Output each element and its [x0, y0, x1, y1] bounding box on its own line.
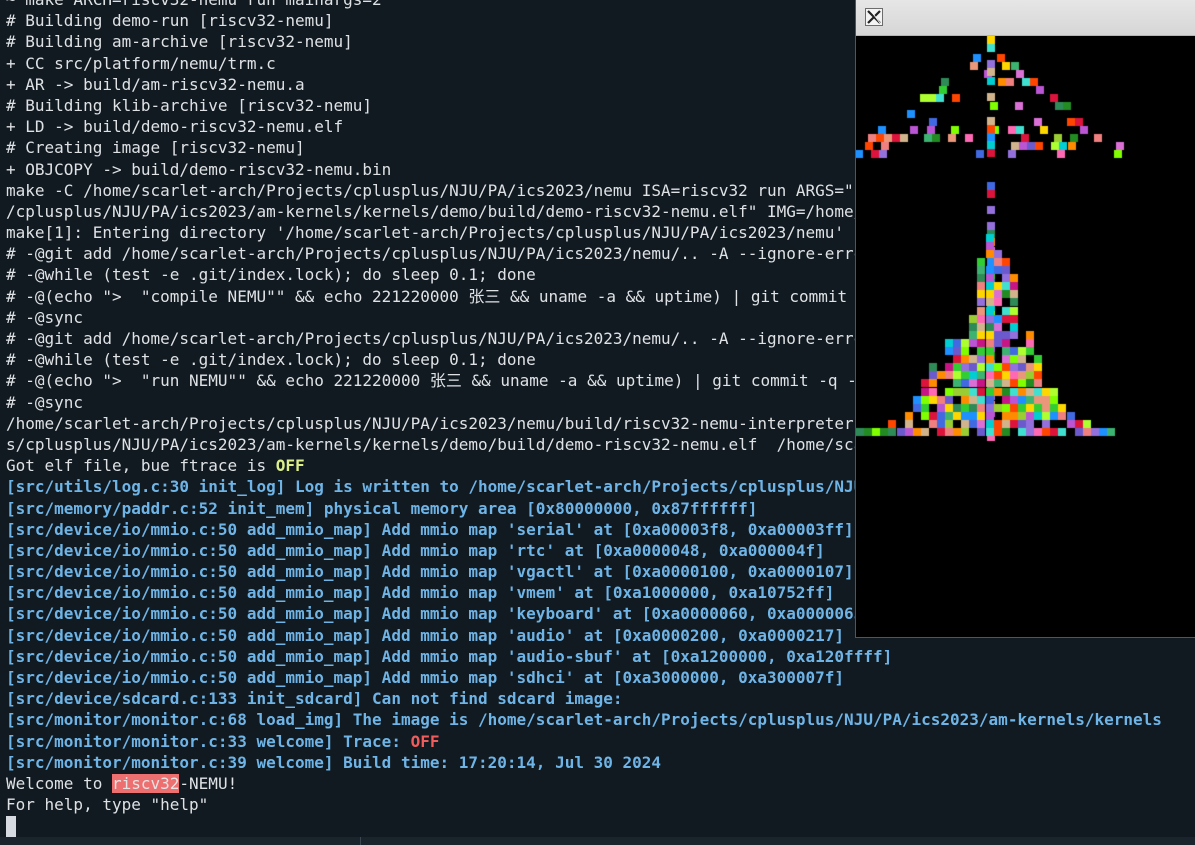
- terminal-line: [src/device/io/mmio.c:50 add_mmio_map] A…: [6, 646, 1195, 667]
- terminal-text-segment: [src/monitor/monitor.c:68 load_img] The …: [6, 710, 1162, 730]
- terminal-text-segment: # Building demo-run [riscv32-nemu]: [6, 11, 334, 31]
- terminal-line: Welcome to riscv32-NEMU!: [6, 773, 1195, 794]
- terminal-line: [src/monitor/monitor.c:33 welcome] Trace…: [6, 731, 1195, 752]
- terminal-text-segment: [src/device/io/mmio.c:50 add_mmio_map] A…: [6, 625, 845, 645]
- terminal-text-segment: # -@git add /home/scarlet-arch/Projects/…: [6, 244, 883, 264]
- terminal-cursor: [6, 816, 16, 837]
- terminal-text-segment: -NEMU!: [179, 773, 238, 793]
- terminal-text-segment: # -@(echo "> "compile NEMU"" && echo 221…: [6, 286, 925, 306]
- terminal-text-segment: [src/utils/log.c:30 init_log] Log is wri…: [6, 477, 970, 497]
- terminal-text-segment: + AR -> build/am-riscv32-nemu.a: [6, 74, 305, 94]
- nemu-display-window[interactable]: [856, 0, 1195, 637]
- terminal-text-segment: # -@while (test -e .git/index.lock); do …: [6, 265, 536, 285]
- terminal-line: [src/device/io/mmio.c:50 add_mmio_map] A…: [6, 667, 1195, 688]
- terminal-line: [src/monitor/monitor.c:68 load_img] The …: [6, 709, 1195, 730]
- terminal-line: [src/device/sdcard.c:133 init_sdcard] Ca…: [6, 688, 1195, 709]
- terminal-text-segment: # -@while (test -e .git/index.lock); do …: [6, 350, 536, 370]
- terminal-text-segment: [src/device/io/mmio.c:50 add_mmio_map] A…: [6, 668, 845, 687]
- terminal-text-segment: Welcome to: [6, 773, 112, 793]
- terminal-line: For help, type "help": [6, 794, 1195, 815]
- terminal-text-segment: make ARCH=riscv32-nemu run mainargs=2: [25, 0, 381, 9]
- terminal-text-segment: [src/device/sdcard.c:133 init_sdcard] Ca…: [6, 689, 623, 709]
- x11-app-icon[interactable]: [865, 8, 883, 26]
- terminal-text-segment: [src/device/io/mmio.c:50 add_mmio_map] A…: [6, 519, 854, 539]
- terminal-text-segment: + OBJCOPY -> build/demo-riscv32-nemu.bin: [6, 159, 392, 179]
- nemu-display-canvas: [856, 36, 1195, 637]
- terminal-text-segment: [src/device/io/mmio.c:50 add_mmio_map] A…: [6, 646, 893, 666]
- terminal-text-segment: [src/device/io/mmio.c:50 add_mmio_map] A…: [6, 562, 854, 582]
- terminal-text-segment: [src/memory/paddr.c:52 init_mem] physica…: [6, 498, 758, 518]
- terminal-text-segment: Got elf file, bue ftrace is: [6, 456, 276, 476]
- terminal-text-segment: make[1]: Entering directory '/home/scarl…: [6, 223, 845, 243]
- terminal-text-segment: + CC src/platform/nemu/trm.c: [6, 53, 276, 73]
- terminal-text-segment: # Building am-archive [riscv32-nemu]: [6, 32, 353, 52]
- terminal-text-segment: For help, type "help": [6, 795, 209, 815]
- terminal-text-segment: riscv32: [111, 773, 180, 793]
- terminal-text-segment: # Creating image [riscv32-nemu]: [6, 138, 305, 158]
- terminal-status-bar: [0, 837, 1195, 845]
- terminal-text-segment: [src/device/io/mmio.c:50 add_mmio_map] A…: [6, 540, 825, 560]
- terminal-line: [src/monitor/monitor.c:39 welcome] Build…: [6, 752, 1195, 773]
- terminal-text-segment: # -@git add /home/scarlet-arch/Projects/…: [6, 329, 883, 348]
- terminal-text-segment: # -@(echo "> "run NEMU"" && echo 2212200…: [6, 371, 886, 391]
- terminal-text-segment: # -@sync: [6, 307, 84, 327]
- terminal-text-segment: # Building klib-archive [riscv32-nemu]: [6, 95, 373, 115]
- terminal-text-segment: + LD -> build/demo-riscv32-nemu.elf: [6, 117, 344, 137]
- terminal-text-segment: [src/monitor/monitor.c:33 welcome] Trace…: [6, 731, 411, 751]
- terminal-text-segment: [src/device/io/mmio.c:50 add_mmio_map] A…: [6, 604, 873, 624]
- terminal-text-segment: # -@sync: [6, 392, 84, 412]
- terminal-text-segment: [src/device/io/mmio.c:50 add_mmio_map] A…: [6, 583, 835, 603]
- terminal-text-segment: OFF: [410, 731, 440, 751]
- terminal-text-segment: ~: [6, 0, 25, 9]
- terminal-text-segment: [src/monitor/monitor.c:39 welcome] Build…: [6, 752, 662, 772]
- status-separator: [360, 837, 361, 845]
- nemu-window-titlebar[interactable]: [856, 0, 1195, 36]
- terminal-text-segment: OFF: [275, 456, 305, 476]
